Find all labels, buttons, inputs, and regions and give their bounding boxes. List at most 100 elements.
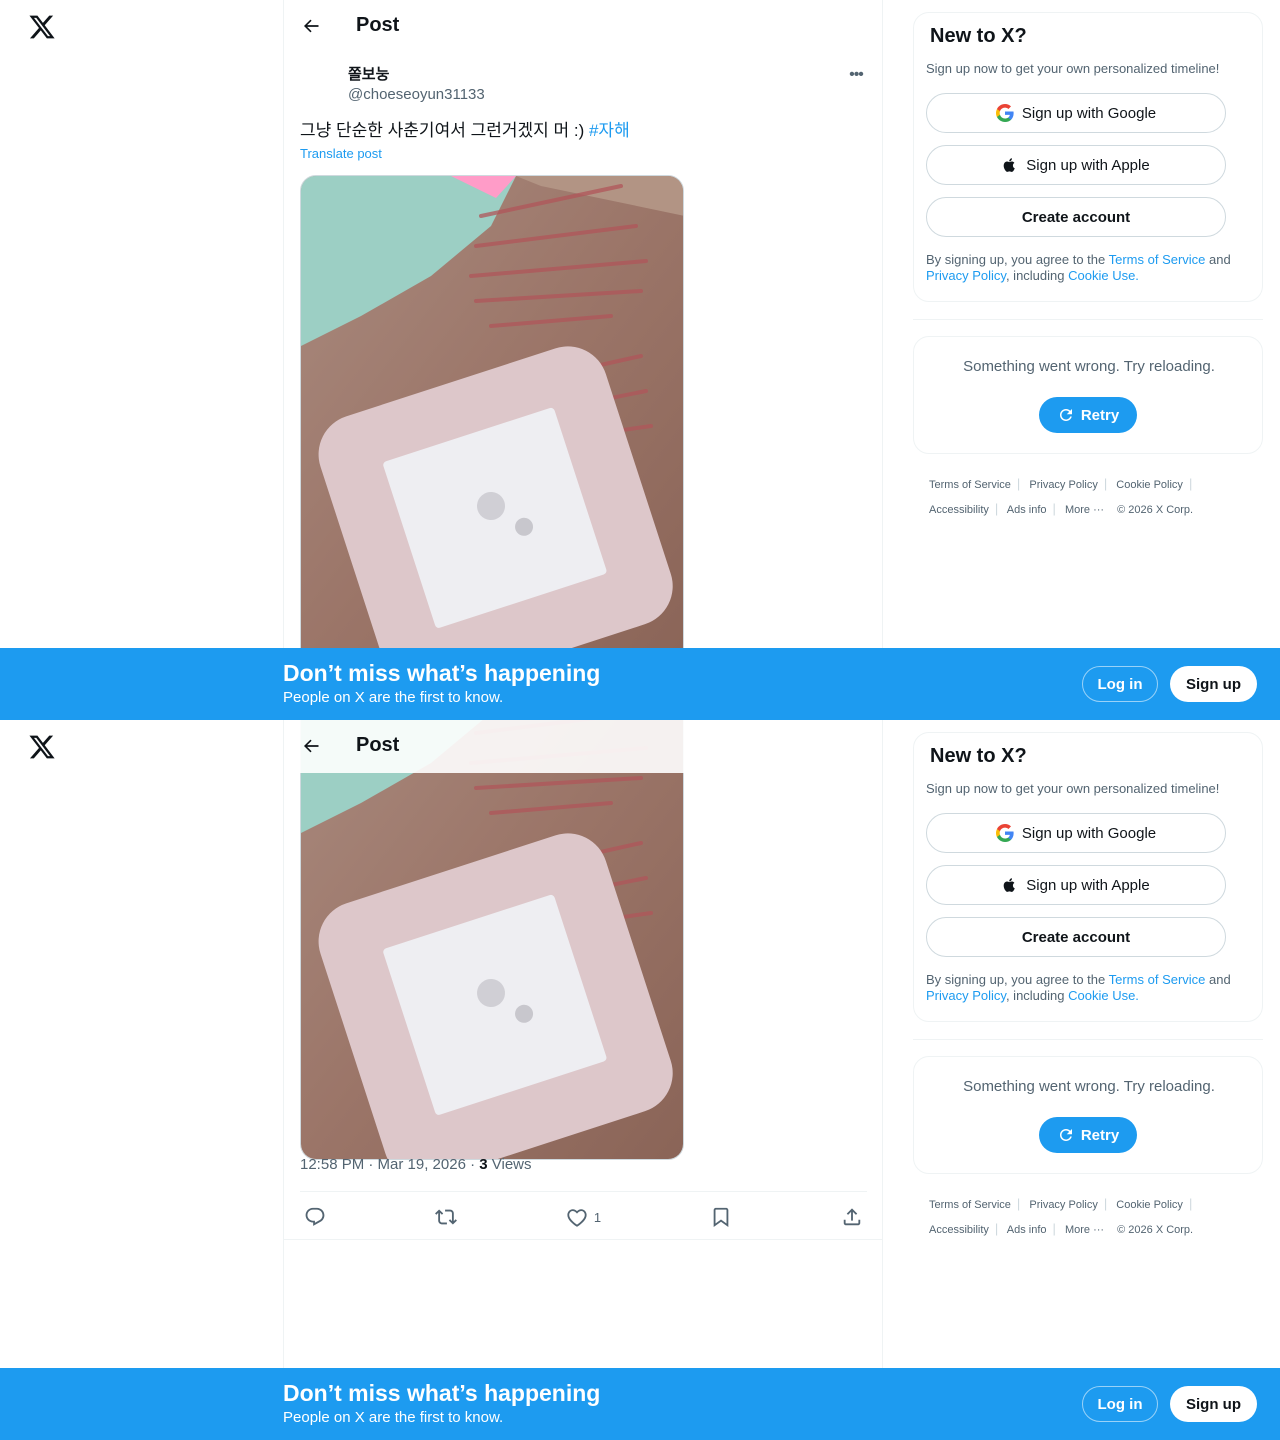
retry-label: Retry <box>1080 1126 1120 1144</box>
like-icon <box>567 1209 587 1227</box>
post-column: Post 12:58 PM · Mar 19, 2026 · 3 Views 1 <box>283 720 883 1440</box>
signup-subtitle: Sign up now to get your own personalized… <box>926 61 1220 76</box>
signup-google-button[interactable]: Sign up with Google <box>926 93 1226 133</box>
cookie-use-link[interactable]: Cookie Use. <box>1068 268 1139 283</box>
x-logo-icon[interactable] <box>28 732 56 762</box>
footer-terms[interactable]: Terms of Service <box>929 1199 1011 1211</box>
sidebar-footer: Terms of Service | Privacy Policy | Cookie… <box>929 1192 1249 1242</box>
signup-apple-button[interactable]: Sign up with Apple <box>926 145 1226 185</box>
author-name[interactable]: 쫄보눙 <box>348 66 485 84</box>
footer-cookie[interactable]: Cookie Policy <box>1116 1199 1183 1211</box>
banner-title: Don’t miss what’s happening <box>283 660 601 686</box>
footer-ads[interactable]: Ads info <box>1007 1224 1047 1236</box>
signup-button[interactable]: Sign up <box>1170 666 1257 702</box>
page-title: Post <box>356 14 400 36</box>
footer-terms[interactable]: Terms of Service <box>929 479 1011 491</box>
google-icon <box>995 104 1014 122</box>
footer-ads[interactable]: Ads info <box>1007 504 1047 516</box>
sidebar-divider <box>913 1039 1263 1040</box>
retry-label: Retry <box>1080 406 1120 424</box>
bookmark-icon <box>713 1207 729 1228</box>
translate-post-link[interactable]: Translate post <box>300 146 382 161</box>
signup-google-label: Sign up with Google <box>1021 104 1157 122</box>
author-handle[interactable]: @choeseoyun31133 <box>348 85 485 105</box>
post-image[interactable] <box>300 175 684 673</box>
retry-button[interactable]: Retry <box>1039 397 1137 433</box>
legal-and: and <box>1205 252 1231 267</box>
footer-sep: | <box>994 1221 999 1236</box>
footer-accessibility[interactable]: Accessibility <box>929 1224 989 1236</box>
more-icon[interactable]: ••• <box>844 64 868 86</box>
post-header: Post <box>284 0 883 53</box>
login-button[interactable]: Log in <box>1082 1386 1158 1422</box>
banner-title: Don’t miss what’s happening <box>283 1380 601 1406</box>
signup-apple-button[interactable]: Sign up with Apple <box>926 865 1226 905</box>
share-icon <box>843 1208 861 1226</box>
page-title: Post <box>356 734 400 756</box>
reply-button[interactable] <box>304 1206 326 1228</box>
footer-copyright: © 2026 X Corp. <box>1117 504 1194 516</box>
banner-subtitle: People on X are the first to know. <box>283 1409 504 1426</box>
post-author[interactable]: 쫄보눙 @choeseoyun31133 <box>348 66 485 105</box>
error-message: Something went wrong. Try reloading. <box>963 358 1215 375</box>
x-logo-icon[interactable] <box>28 12 56 42</box>
create-account-button[interactable]: Create account <box>926 197 1226 237</box>
footer-sep: | <box>994 501 999 516</box>
login-button[interactable]: Log in <box>1082 666 1158 702</box>
retry-button[interactable]: Retry <box>1039 1117 1137 1153</box>
repost-button[interactable] <box>435 1206 457 1228</box>
post-time[interactable]: 12:58 PM · Mar 19, 2026 · <box>300 1156 479 1173</box>
create-account-button[interactable]: Create account <box>926 917 1226 957</box>
views-count: 3 <box>479 1156 488 1173</box>
post-image[interactable] <box>300 720 684 1160</box>
share-button[interactable] <box>841 1206 863 1228</box>
terms-link[interactable]: Terms of Service <box>1109 972 1206 987</box>
post-actions: 1 <box>300 1194 867 1240</box>
signup-title: New to X? <box>930 745 1027 767</box>
footer-more[interactable]: More ··· <box>1065 504 1104 516</box>
refresh-icon <box>1059 409 1072 421</box>
post-timestamp: 12:58 PM · Mar 19, 2026 · 3 Views <box>300 1156 532 1173</box>
legal-prefix: By signing up, you agree to the <box>926 972 1109 987</box>
signup-card: New to X? Sign up now to get your own pe… <box>913 12 1263 302</box>
sidebar-footer: Terms of Service | Privacy Policy | Cookie… <box>929 472 1249 522</box>
signup-button[interactable]: Sign up <box>1170 1386 1257 1422</box>
footer-privacy[interactable]: Privacy Policy <box>1029 1199 1097 1211</box>
banner-subtitle: People on X are the first to know. <box>283 689 504 706</box>
footer-more[interactable]: More ··· <box>1065 1224 1104 1236</box>
footer-cookie[interactable]: Cookie Policy <box>1116 479 1183 491</box>
views-label: Views <box>487 1156 532 1173</box>
legal-prefix: By signing up, you agree to the <box>926 252 1109 267</box>
privacy-link[interactable]: Privacy Policy <box>926 988 1006 1003</box>
post-header: Post <box>284 720 883 773</box>
footer-sep: | <box>1052 1221 1056 1236</box>
footer-sep: | <box>1188 476 1193 491</box>
back-arrow-icon[interactable] <box>298 733 324 759</box>
signup-google-button[interactable]: Sign up with Google <box>926 813 1226 853</box>
post-text: 그냥 단순한 사춘기여서 그런거겠지 머 :) #자해 <box>300 119 630 143</box>
footer-privacy[interactable]: Privacy Policy <box>1029 479 1097 491</box>
privacy-link[interactable]: Privacy Policy <box>926 268 1006 283</box>
error-card: Something went wrong. Try reloading. Ret… <box>913 1056 1263 1174</box>
meta-divider <box>300 1191 867 1192</box>
back-arrow-icon[interactable] <box>298 13 324 39</box>
like-button[interactable]: 1 <box>566 1206 601 1228</box>
legal-and: and <box>1205 972 1231 987</box>
hashtag-link[interactable]: #자해 <box>589 121 630 140</box>
bookmark-button[interactable] <box>710 1206 732 1228</box>
error-message: Something went wrong. Try reloading. <box>963 1078 1215 1095</box>
error-card: Something went wrong. Try reloading. Ret… <box>913 336 1263 454</box>
refresh-icon <box>1059 1129 1072 1141</box>
signup-apple-label: Sign up with Apple <box>1026 156 1150 174</box>
bottom-banner: Don’t miss what’s happening People on X … <box>0 1368 1280 1440</box>
footer-accessibility[interactable]: Accessibility <box>929 504 989 516</box>
cookie-use-link[interactable]: Cookie Use. <box>1068 988 1139 1003</box>
terms-link[interactable]: Terms of Service <box>1109 252 1206 267</box>
apple-icon <box>1003 158 1016 172</box>
footer-sep: | <box>1103 476 1108 491</box>
signup-apple-label: Sign up with Apple <box>1026 876 1150 894</box>
sidebar-divider <box>913 319 1263 320</box>
signup-card: New to X? Sign up now to get your own pe… <box>913 732 1263 1022</box>
legal-including: , including <box>1005 268 1069 283</box>
footer-sep: | <box>1016 476 1021 491</box>
